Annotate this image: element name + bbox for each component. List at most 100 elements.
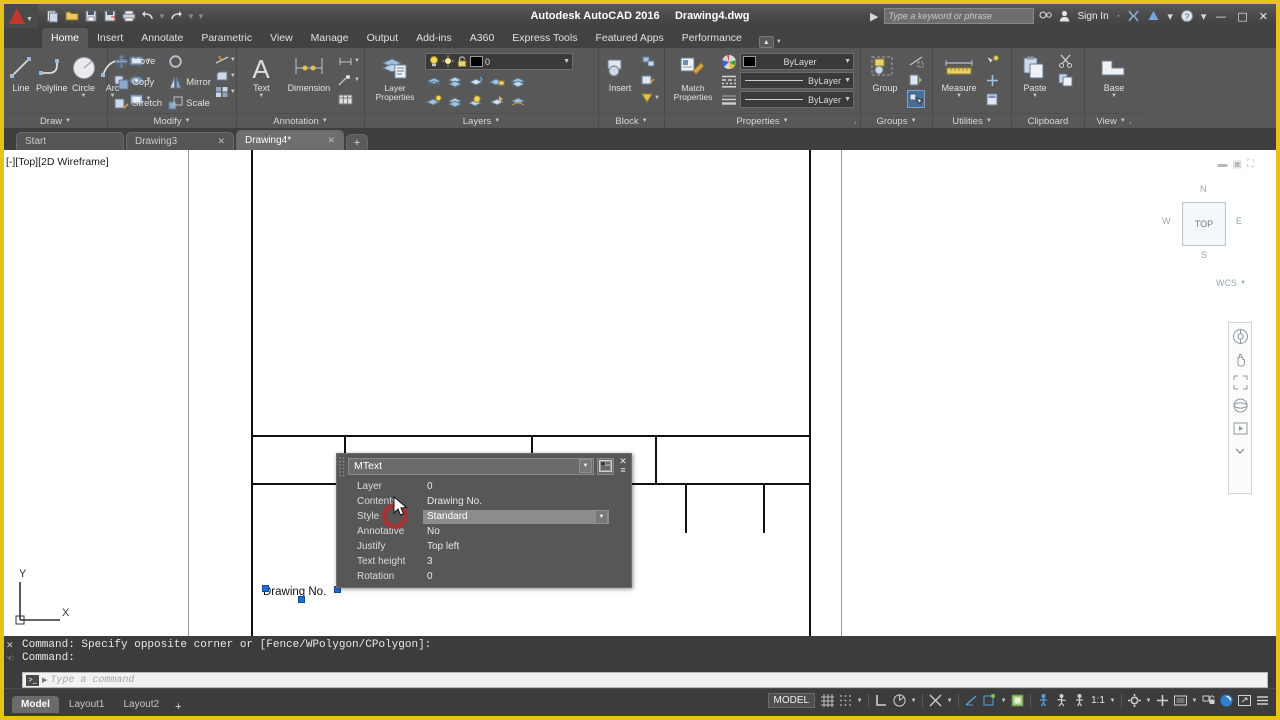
help-dropdown-icon[interactable]: ▾ (1165, 10, 1175, 23)
tool-group[interactable]: Group (865, 51, 905, 93)
layer-isolate-icon[interactable] (425, 72, 443, 90)
annotation-scale-change-icon[interactable] (1071, 692, 1088, 709)
layer-selector[interactable]: 0 ▼ (425, 53, 573, 70)
tab-addins[interactable]: Add-ins (407, 28, 461, 48)
model-paper-space-toggle[interactable]: MODEL (767, 693, 816, 708)
quick-properties-panel[interactable]: MText ▼ ✕ ≡ Layer 0 Contents Drawing No.… (336, 453, 632, 588)
create-block-icon[interactable] (639, 52, 657, 70)
viewcube-east-label[interactable]: E (1236, 216, 1242, 226)
layer-freeze-object-icon[interactable] (467, 72, 485, 90)
qat-customize-icon[interactable]: ▼ (197, 12, 205, 21)
layer-unlock-icon[interactable] (467, 92, 485, 110)
layer-unisolate-icon[interactable] (446, 72, 464, 90)
viewcube-top-face[interactable]: TOP (1182, 202, 1226, 246)
autoscale-annotation-icon[interactable] (1053, 692, 1070, 709)
property-value[interactable]: Top left (423, 541, 631, 552)
properties-dialog-launcher-icon[interactable]: ⌟ (853, 118, 856, 125)
dimension-style-icon[interactable] (336, 52, 354, 70)
chevron-down-icon[interactable]: ▼ (844, 58, 851, 65)
chevron-down-icon[interactable]: ▼ (354, 58, 360, 64)
plot-icon[interactable] (120, 8, 137, 25)
tab-a360[interactable]: A360 (461, 28, 504, 48)
chevron-down-icon[interactable]: ▼ (986, 118, 992, 124)
tool-text[interactable]: A Text ▼ (241, 51, 282, 99)
lock-ui-icon[interactable] (1200, 692, 1217, 709)
property-value[interactable]: No (423, 526, 631, 537)
tool-polyline[interactable]: Polyline (36, 51, 68, 93)
linetype-list-icon[interactable] (721, 74, 737, 88)
performance-tuner-icon[interactable] (1218, 692, 1235, 709)
tool-stretch[interactable]: Stretch (112, 93, 162, 113)
chevron-down-icon[interactable]: ▼ (563, 58, 570, 65)
command-line-handle[interactable]: ✕ ☜ (6, 640, 20, 664)
block-editor-icon[interactable] (639, 90, 654, 105)
viewcube-west-label[interactable]: W (1162, 216, 1171, 226)
chevron-down-icon[interactable]: ▼ (579, 459, 592, 473)
options-icon[interactable]: ≡ (620, 466, 625, 475)
hardware-acceleration-icon[interactable] (1154, 692, 1171, 709)
showmotion-icon[interactable] (1230, 418, 1250, 438)
tab-output[interactable]: Output (358, 28, 408, 48)
close-button[interactable]: ✕ (1255, 10, 1272, 23)
snap-mode-icon[interactable] (837, 692, 854, 709)
tool-circle[interactable]: Circle ▼ (70, 51, 98, 99)
copy-clip-icon[interactable] (1056, 71, 1074, 89)
chevron-right-icon[interactable]: ▶ (42, 676, 47, 684)
chevron-down-icon[interactable]: ▼ (354, 77, 360, 83)
tool-insert[interactable]: Insert (603, 51, 637, 93)
ortho-mode-icon[interactable] (873, 692, 890, 709)
tool-dimension[interactable]: Dimension (284, 51, 334, 93)
help-menu-dropdown-icon[interactable]: ▾ (1199, 10, 1209, 23)
fillet-icon[interactable] (215, 68, 230, 83)
ribbon-minimize-control[interactable]: ▲ ▼ (758, 36, 782, 48)
chevron-down-icon[interactable]: ▼ (1240, 280, 1246, 286)
panel-properties-label[interactable]: Properties ▼ ⌟ (665, 113, 860, 128)
tab-featured-apps[interactable]: Featured Apps (586, 28, 672, 48)
maximize-button[interactable]: □ (1233, 10, 1251, 23)
osnap-dropdown-icon[interactable]: ▼ (945, 698, 954, 704)
property-value[interactable]: 3 (423, 556, 631, 567)
chevron-down-icon[interactable]: ▼ (844, 77, 851, 84)
tab-express-tools[interactable]: Express Tools (503, 28, 586, 48)
orbit-icon[interactable] (1230, 395, 1250, 415)
layer-turn-on-icon[interactable] (425, 92, 443, 110)
cut-icon[interactable] (1056, 52, 1074, 70)
chevron-down-icon[interactable]: ▼ (776, 39, 782, 45)
lineweight-list-icon[interactable] (721, 93, 737, 107)
chevron-down-icon[interactable]: ▼ (1032, 93, 1038, 99)
close-icon[interactable]: ✕ (217, 136, 225, 147)
chevron-down-icon[interactable]: ▼ (654, 95, 660, 101)
new-drawing-tab-button[interactable]: + (346, 134, 368, 150)
chevron-down-icon[interactable]: ▼ (642, 118, 648, 124)
viewcube-north-label[interactable]: N (1200, 184, 1207, 194)
polar-dropdown-icon[interactable]: ▼ (909, 698, 918, 704)
pan-icon[interactable] (1230, 349, 1250, 369)
group-selection-on-icon[interactable] (907, 90, 925, 108)
ungroup-icon[interactable] (907, 52, 925, 70)
palette-drag-handle[interactable] (338, 456, 346, 478)
exchange-apps-dropdown-icon[interactable]: · (1115, 10, 1123, 22)
mtext-grip-topleft[interactable] (262, 585, 269, 592)
navbar-menu-icon[interactable] (1230, 441, 1250, 461)
panel-modify-label[interactable]: Modify ▼ (108, 113, 236, 128)
trim-icon[interactable] (215, 52, 230, 67)
help-icon[interactable]: ? (1178, 9, 1196, 23)
chevron-down-icon[interactable]: ▼ (911, 118, 917, 124)
chevron-down-icon[interactable]: ▼ (844, 96, 851, 103)
chevron-down-icon[interactable]: ▼ (230, 89, 236, 95)
panel-draw-label[interactable]: Draw ▼ (4, 113, 107, 128)
tool-mirror[interactable]: Mirror (166, 72, 211, 92)
tool-rotate[interactable] (166, 51, 211, 71)
annotation-visibility-icon[interactable] (1035, 692, 1052, 709)
property-value-editor[interactable]: Standard ▼ (423, 509, 609, 524)
color-control[interactable]: ByLayer ▼ (740, 53, 854, 70)
autodesk-exchange-icon[interactable] (1125, 10, 1142, 22)
zoom-extents-icon[interactable] (1230, 372, 1250, 392)
undo-icon[interactable] (139, 8, 156, 25)
steering-wheel-icon[interactable] (1230, 326, 1250, 346)
redo-icon[interactable] (168, 8, 185, 25)
osnap-tracking-icon[interactable] (963, 692, 980, 709)
panel-clipboard-label[interactable]: Clipboard (1012, 113, 1084, 128)
layer-off-icon[interactable] (509, 72, 527, 90)
viewport-minimize-icon[interactable]: ▬ (1218, 159, 1228, 170)
